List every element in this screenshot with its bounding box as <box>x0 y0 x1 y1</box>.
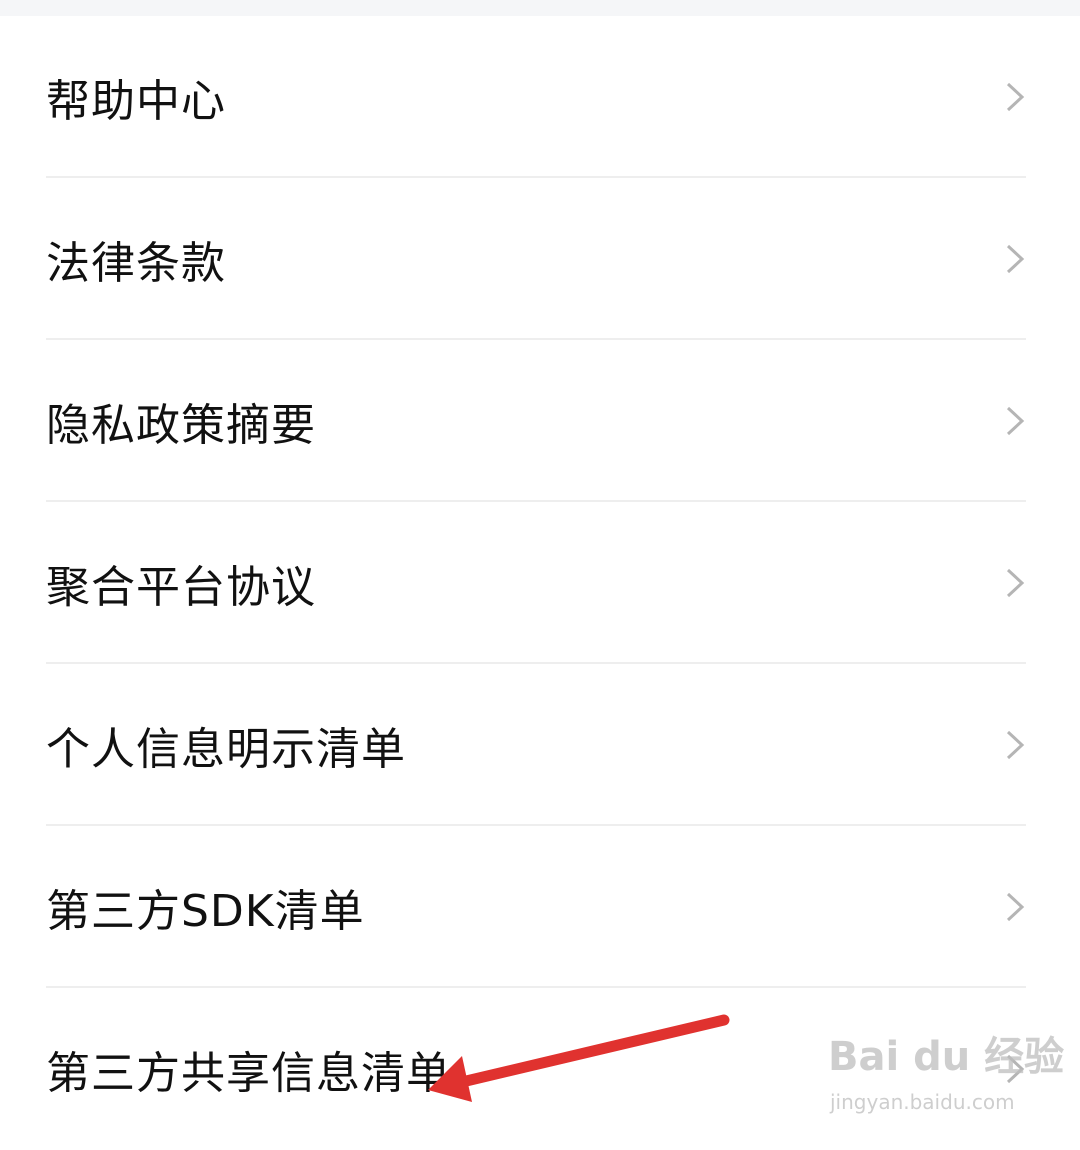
chevron-right-icon <box>1006 568 1025 598</box>
menu-item-third-party-sharing[interactable]: 第三方共享信息清单 <box>0 988 1080 1150</box>
menu-item-personal-info-list[interactable]: 个人信息明示清单 <box>0 664 1080 826</box>
menu-item-platform-agreement[interactable]: 聚合平台协议 <box>0 502 1080 664</box>
chevron-right-icon <box>1006 244 1025 274</box>
menu-item-help-center[interactable]: 帮助中心 <box>0 16 1080 178</box>
menu-item-legal-terms[interactable]: 法律条款 <box>0 178 1080 340</box>
chevron-right-icon <box>1006 82 1025 112</box>
menu-item-label: 第三方共享信息清单 <box>46 1048 451 1099</box>
chevron-right-icon <box>1006 730 1025 760</box>
top-bar <box>0 0 1080 16</box>
menu-item-label: 聚合平台协议 <box>46 562 316 613</box>
menu-item-privacy-summary[interactable]: 隐私政策摘要 <box>0 340 1080 502</box>
menu-item-label: 第三方SDK清单 <box>46 886 365 937</box>
menu-item-label: 个人信息明示清单 <box>46 724 406 775</box>
menu-item-third-party-sdk[interactable]: 第三方SDK清单 <box>0 826 1080 988</box>
chevron-right-icon <box>1006 1054 1025 1084</box>
chevron-right-icon <box>1006 892 1025 922</box>
menu-item-label: 法律条款 <box>46 238 226 289</box>
chevron-right-icon <box>1006 406 1025 436</box>
menu-item-label: 帮助中心 <box>46 76 226 127</box>
settings-list: 帮助中心 法律条款 隐私政策摘要 聚合平台协议 个人信息明示清单 第三方SDK清… <box>0 16 1080 1150</box>
menu-item-label: 隐私政策摘要 <box>46 400 316 451</box>
